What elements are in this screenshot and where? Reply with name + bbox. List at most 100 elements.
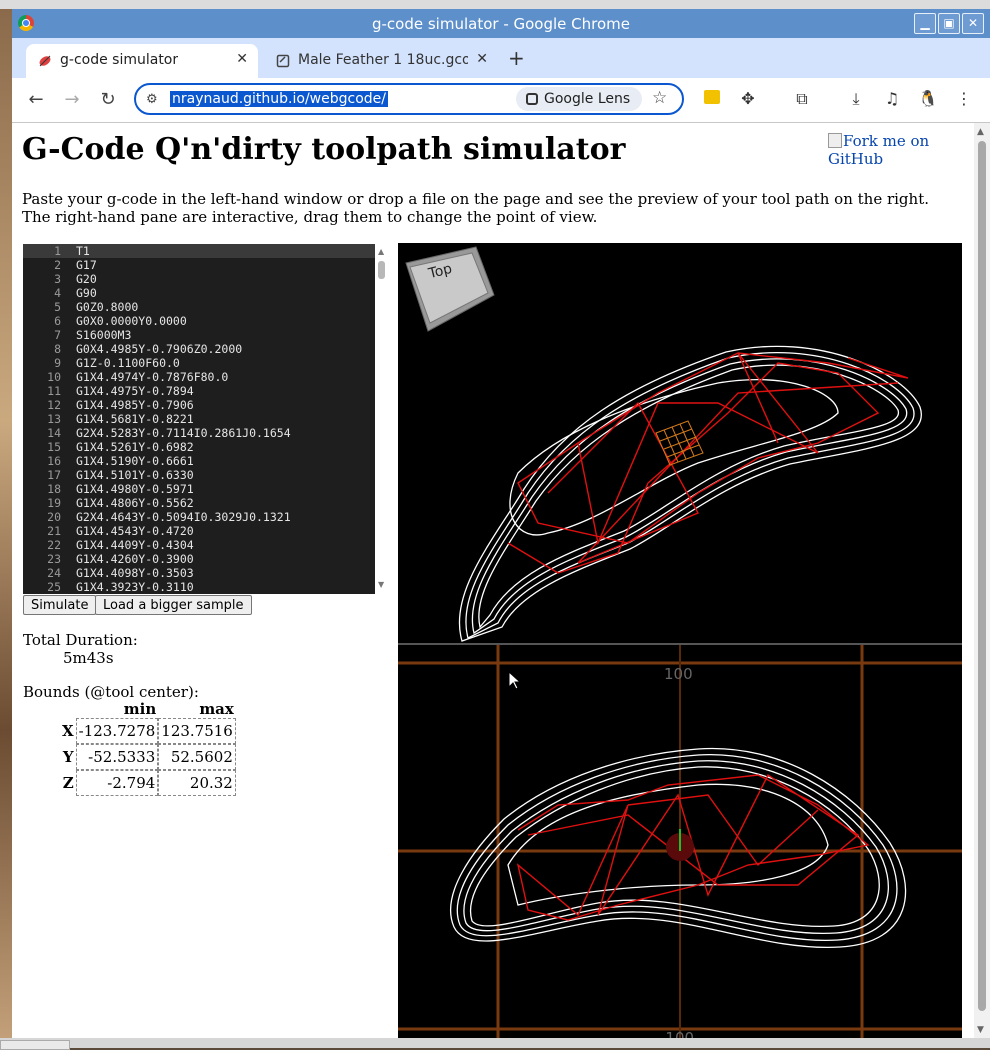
code-text[interactable]: G1X4.4260Y-0.3900 <box>76 552 194 566</box>
line-number: 24 <box>47 566 61 580</box>
gcode-editor[interactable]: 1 T1 2 G17 3 G20 4 G90 5 G0Z0.8000 6 G0X0.0000Y0.00… <box>23 244 375 594</box>
code-line[interactable]: 19 G1X4.4806Y-0.5562 <box>23 496 375 510</box>
code-line[interactable]: 13 G1X4.5681Y-0.8221 <box>23 412 375 426</box>
profile-penguin-icon[interactable]: 🐧 <box>918 89 938 109</box>
code-text[interactable]: G1Z-0.1100F60.0 <box>76 356 180 370</box>
bookmark-star-icon[interactable]: ☆ <box>652 88 667 108</box>
extension-yellow-icon[interactable] <box>702 89 722 109</box>
code-text[interactable]: G1X4.4098Y-0.3503 <box>76 566 194 580</box>
orientation-cube[interactable]: Top <box>405 246 495 332</box>
browser-toolbar: ← → ↻ ⚙ nraynaud.github.io/webgcode/ Goo… <box>12 78 990 123</box>
code-line[interactable]: 15 G1X4.5261Y-0.6982 <box>23 440 375 454</box>
code-line[interactable]: 16 G1X4.5190Y-0.6661 <box>23 454 375 468</box>
new-tab-button[interactable]: + <box>508 46 525 70</box>
code-text[interactable]: G90 <box>76 286 97 300</box>
code-line[interactable]: 21 G1X4.4543Y-0.4720 <box>23 524 375 538</box>
tab-male-feather[interactable]: Male Feather 1 18uc.gcod ✕ <box>264 44 498 78</box>
code-line[interactable]: 7 S16000M3 <box>23 328 375 342</box>
taskbar-button[interactable] <box>0 1040 70 1050</box>
google-lens-button[interactable]: Google Lens <box>516 87 642 111</box>
line-number: 5 <box>54 300 61 314</box>
code-line[interactable]: 4 G90 <box>23 286 375 300</box>
reload-button[interactable]: ↻ <box>96 88 120 112</box>
code-text[interactable]: G1X4.5681Y-0.8221 <box>76 412 194 426</box>
editor-scroll-thumb[interactable] <box>378 261 385 279</box>
code-text[interactable]: G2X4.4643Y-0.5094I0.3029J0.1321 <box>76 510 291 524</box>
code-text[interactable]: G0Z0.8000 <box>76 300 138 314</box>
code-text[interactable]: G1X4.4409Y-0.4304 <box>76 538 194 552</box>
back-button[interactable]: ← <box>24 88 48 112</box>
media-control-icon[interactable]: ♫ <box>882 89 902 109</box>
editor-scrollbar[interactable]: ▲ ▼ <box>375 244 389 594</box>
code-text[interactable]: T1 <box>76 244 90 258</box>
fork-github-link[interactable]: Fork me on GitHub <box>828 132 974 168</box>
simulate-button[interactable]: Simulate <box>23 595 97 615</box>
toolpath-3d-view[interactable]: Top <box>398 243 962 643</box>
desktop-wallpaper <box>0 9 12 1039</box>
code-line[interactable]: 10 G1X4.4974Y-0.7876F80.0 <box>23 370 375 384</box>
download-icon[interactable]: ⤓ <box>846 89 866 109</box>
code-text[interactable]: G1X4.5190Y-0.6661 <box>76 454 194 468</box>
code-text[interactable]: G1X4.5101Y-0.6330 <box>76 468 194 482</box>
close-window-button[interactable]: ✕ <box>962 13 984 34</box>
code-line[interactable]: 20 G2X4.4643Y-0.5094I0.3029J0.1321 <box>23 510 375 524</box>
code-text[interactable]: G2X4.5283Y-0.7114I0.2861J0.1654 <box>76 426 291 440</box>
code-text[interactable]: G17 <box>76 258 97 272</box>
code-text[interactable]: G0X0.0000Y0.0000 <box>76 314 187 328</box>
desktop-taskbar <box>0 1038 990 1048</box>
maximize-button[interactable]: ▣ <box>938 13 960 34</box>
code-line[interactable]: 14 G2X4.5283Y-0.7114I0.2861J0.1654 <box>23 426 375 440</box>
code-text[interactable]: G1X4.4985Y-0.7906 <box>76 398 194 412</box>
load-sample-button[interactable]: Load a bigger sample <box>95 595 252 615</box>
bound-max: 20.32 <box>158 770 236 796</box>
page-scroll-thumb[interactable] <box>978 141 986 1011</box>
code-text[interactable]: G1X4.4974Y-0.7876F80.0 <box>76 370 228 384</box>
code-line[interactable]: 5 G0Z0.8000 <box>23 300 375 314</box>
tab-close-icon[interactable]: ✕ <box>236 51 248 67</box>
forward-button[interactable]: → <box>60 88 84 112</box>
code-text[interactable]: G20 <box>76 272 97 286</box>
code-line[interactable]: 17 G1X4.5101Y-0.6330 <box>23 468 375 482</box>
code-text[interactable]: G1X4.4543Y-0.4720 <box>76 524 194 538</box>
code-line[interactable]: 23 G1X4.4260Y-0.3900 <box>23 552 375 566</box>
code-line[interactable]: 3 G20 <box>23 272 375 286</box>
minimize-button[interactable]: ▁ <box>914 13 936 34</box>
tab-gcode-simulator[interactable]: g-code simulator ✕ <box>26 44 258 78</box>
scroll-down-icon[interactable]: ▼ <box>977 1025 984 1035</box>
more-menu-icon[interactable]: ⋮ <box>954 89 974 109</box>
code-text[interactable]: G1X4.4980Y-0.5971 <box>76 482 194 496</box>
bounds-label: Bounds (@tool center): <box>23 683 199 701</box>
extensions-puzzle-icon[interactable]: ✥ <box>738 89 758 109</box>
code-line[interactable]: 11 G1X4.4975Y-0.7894 <box>23 384 375 398</box>
address-bar[interactable]: ⚙ nraynaud.github.io/webgcode/ Google Le… <box>134 83 684 115</box>
url-text[interactable]: nraynaud.github.io/webgcode/ <box>170 91 388 107</box>
code-text[interactable]: G1X4.4975Y-0.7894 <box>76 384 194 398</box>
scroll-down-icon[interactable]: ▼ <box>378 580 384 589</box>
screen-search-icon[interactable]: ⧉ <box>792 89 812 109</box>
code-text[interactable]: G0X4.4985Y-0.7906Z0.2000 <box>76 342 242 356</box>
code-line[interactable]: 24 G1X4.4098Y-0.3503 <box>23 566 375 580</box>
code-line[interactable]: 1 T1 <box>23 244 375 258</box>
scroll-up-icon[interactable]: ▲ <box>378 247 384 256</box>
scroll-up-icon[interactable]: ▲ <box>977 127 984 137</box>
code-line[interactable]: 25 G1X4.3923Y-0.3110 <box>23 580 375 594</box>
code-line[interactable]: 9 G1Z-0.1100F60.0 <box>23 356 375 370</box>
title-bar[interactable]: g-code simulator - Google Chrome ▁ ▣ ✕ <box>12 9 990 38</box>
page-scrollbar[interactable]: ▲ ▼ <box>974 123 990 1038</box>
code-text[interactable]: G1X4.3923Y-0.3110 <box>76 580 194 594</box>
code-line[interactable]: 18 G1X4.4980Y-0.5971 <box>23 482 375 496</box>
code-line[interactable]: 8 G0X4.4985Y-0.7906Z0.2000 <box>23 342 375 356</box>
code-line[interactable]: 6 G0X0.0000Y0.0000 <box>23 314 375 328</box>
3d-render[interactable]: Top <box>398 243 962 643</box>
2d-render[interactable]: 100 -100 <box>398 645 962 1038</box>
code-text[interactable]: G1X4.4806Y-0.5562 <box>76 496 194 510</box>
site-info-icon[interactable]: ⚙ <box>146 92 158 107</box>
tab-close-icon[interactable]: ✕ <box>476 51 488 67</box>
code-text[interactable]: S16000M3 <box>76 328 131 342</box>
toolpath-2d-view[interactable]: 100 -100 <box>398 645 962 1038</box>
code-line[interactable]: 12 G1X4.4985Y-0.7906 <box>23 398 375 412</box>
line-number: 10 <box>47 370 61 384</box>
code-text[interactable]: G1X4.5261Y-0.6982 <box>76 440 194 454</box>
code-line[interactable]: 22 G1X4.4409Y-0.4304 <box>23 538 375 552</box>
code-line[interactable]: 2 G17 <box>23 258 375 272</box>
